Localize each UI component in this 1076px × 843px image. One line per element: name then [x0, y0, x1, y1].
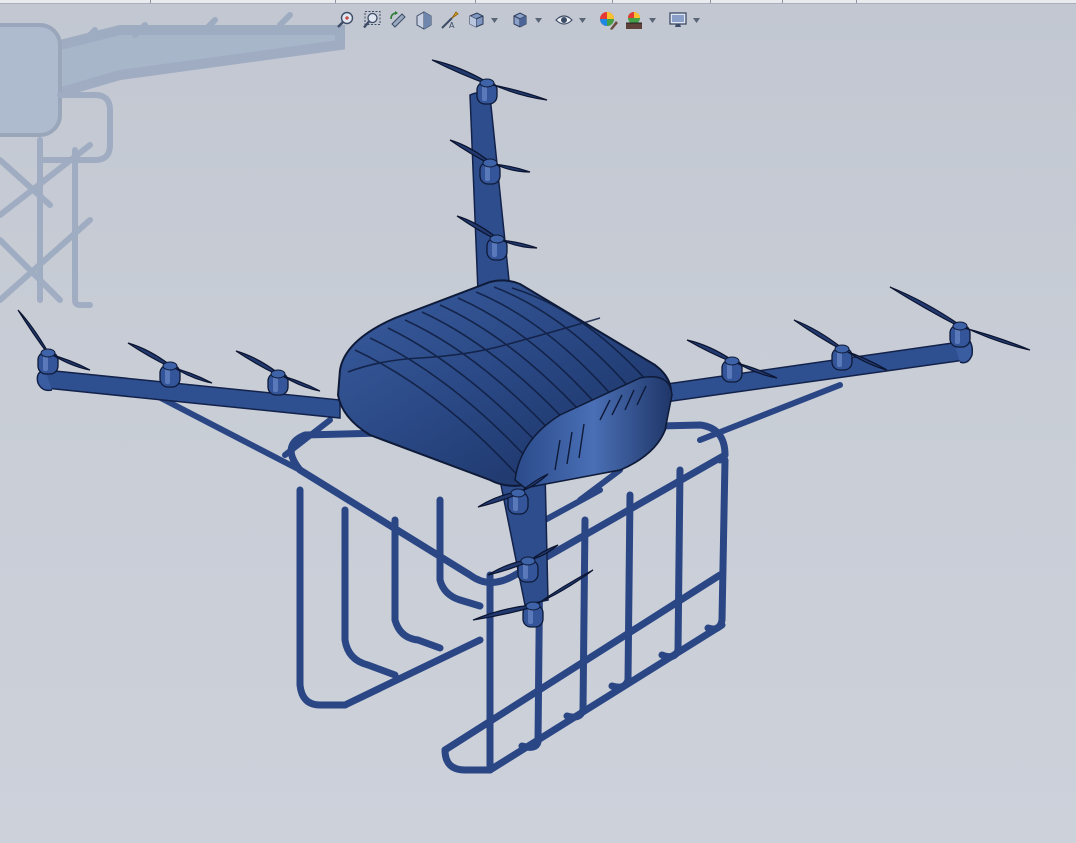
svg-text:A: A	[449, 21, 455, 30]
view-orientation-dropdown-icon[interactable]	[490, 8, 498, 32]
rotor-8	[793, 319, 888, 371]
propeller-hub	[510, 488, 526, 498]
apply-scene-icon[interactable]	[622, 8, 646, 32]
graphics-area[interactable]: A	[0, 0, 1076, 843]
model-shadow-reflection	[0, 12, 345, 308]
heads-up-view-toolbar: A	[334, 7, 700, 33]
model-scene[interactable]	[0, 0, 1076, 843]
display-style-icon[interactable]	[508, 8, 532, 32]
propeller-hub	[270, 369, 286, 379]
rotor-3	[235, 350, 321, 396]
previous-view-icon[interactable]	[386, 8, 410, 32]
propeller-hub	[525, 601, 541, 611]
propeller-hub	[482, 158, 498, 168]
dynamic-annotation-view-icon[interactable]: A	[438, 8, 462, 32]
propeller-hub	[489, 234, 505, 244]
propeller-hub	[724, 356, 740, 366]
propeller-hub	[162, 361, 178, 371]
propeller-hub	[520, 556, 536, 566]
view-settings-icon[interactable]	[666, 8, 690, 32]
drone-body	[336, 279, 673, 489]
propeller-hub	[479, 78, 495, 88]
display-style-dropdown-icon[interactable]	[534, 8, 542, 32]
view-orientation-icon[interactable]	[464, 8, 488, 32]
zoom-to-area-icon[interactable]	[360, 8, 384, 32]
rotor-9	[889, 286, 1031, 351]
view-settings-dropdown-icon[interactable]	[692, 8, 700, 32]
rotor-1	[17, 309, 91, 375]
propeller-hub	[40, 348, 56, 358]
zoom-to-fit-icon[interactable]	[334, 8, 358, 32]
hide-show-items-dropdown-icon[interactable]	[578, 8, 586, 32]
arm-back	[469, 92, 511, 293]
rotor-4	[431, 59, 548, 105]
section-view-icon[interactable]	[412, 8, 436, 32]
propeller-hub	[834, 344, 850, 354]
hide-show-items-icon[interactable]	[552, 8, 576, 32]
edit-appearance-icon[interactable]	[596, 8, 620, 32]
apply-scene-dropdown-icon[interactable]	[648, 8, 656, 32]
propeller-hub	[952, 321, 968, 331]
